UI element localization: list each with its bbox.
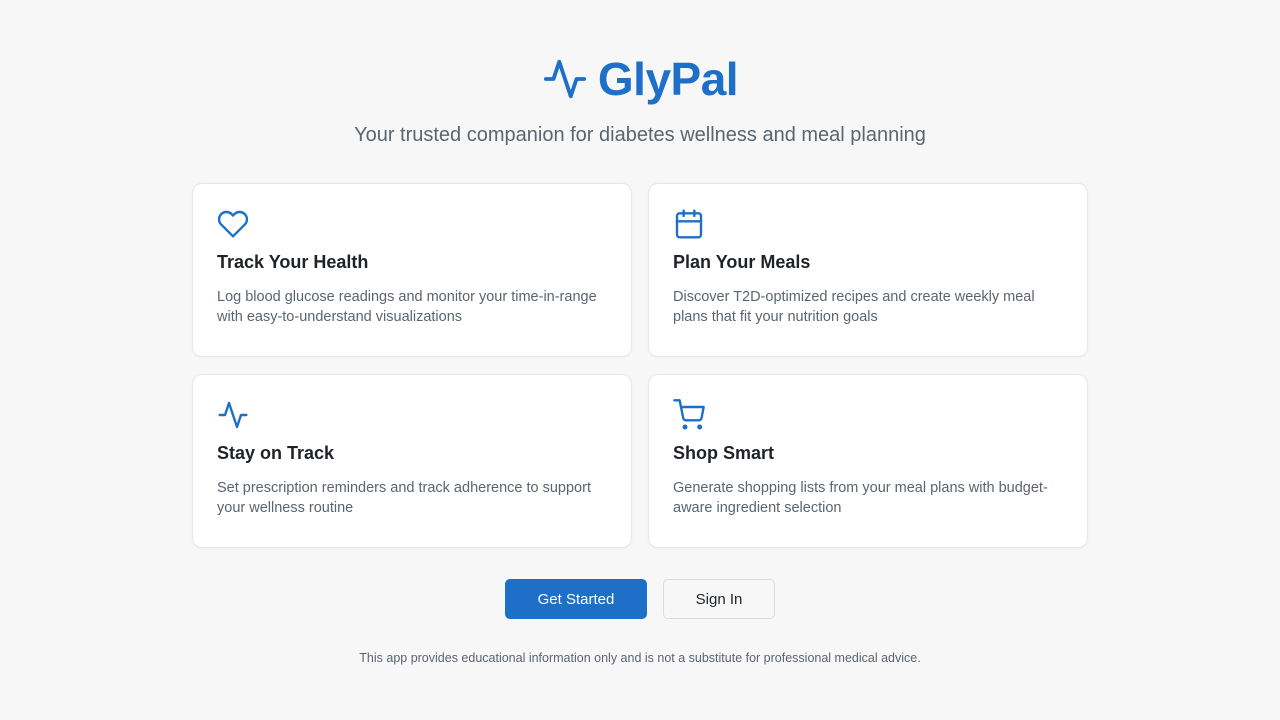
activity-pulse-icon: [542, 54, 588, 104]
brand-name: GlyPal: [597, 53, 739, 105]
feature-description: Log blood glucose readings and monitor y…: [217, 289, 597, 325]
feature-description: Discover T2D-optimized recipes and creat…: [673, 289, 1035, 325]
calendar-icon: [673, 208, 705, 240]
tagline: Your trusted companion for diabetes well…: [354, 124, 926, 146]
cta-actions: Get Started Sign In: [0, 579, 1280, 619]
medical-disclaimer: This app provides educational informatio…: [359, 651, 921, 665]
feature-title: Shop Smart: [673, 443, 775, 463]
sign-in-button[interactable]: Sign In: [663, 579, 775, 619]
activity-icon: [217, 399, 249, 431]
brand-header: GlyPal: [0, 52, 1280, 106]
feature-title: Track Your Health: [217, 252, 369, 272]
feature-card-plan-meals: Plan Your Meals Discover T2D-optimized r…: [648, 183, 1088, 357]
shopping-cart-icon: [673, 399, 705, 431]
feature-description: Set prescription reminders and track adh…: [217, 480, 591, 516]
heart-icon: [217, 208, 249, 240]
feature-title: Plan Your Meals: [673, 252, 811, 272]
feature-title: Stay on Track: [217, 443, 335, 463]
feature-card-shop-smart: Shop Smart Generate shopping lists from …: [648, 374, 1088, 548]
get-started-button[interactable]: Get Started: [505, 579, 647, 619]
feature-card-track-health: Track Your Health Log blood glucose read…: [192, 183, 632, 357]
feature-grid: Track Your Health Log blood glucose read…: [192, 183, 1088, 548]
feature-description: Generate shopping lists from your meal p…: [673, 480, 1048, 516]
feature-card-stay-on-track: Stay on Track Set prescription reminders…: [192, 374, 632, 548]
